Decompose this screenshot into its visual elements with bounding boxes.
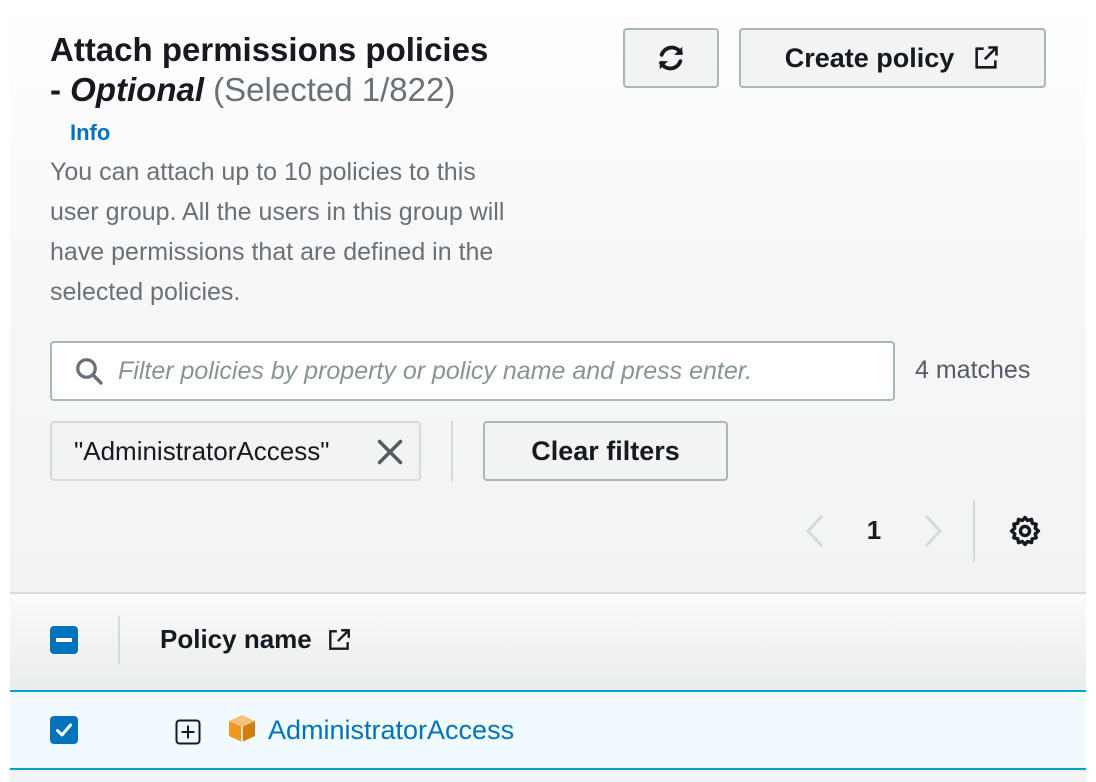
preferences-button[interactable] <box>1008 514 1042 548</box>
description-text: You can attach up to 10 policies to this… <box>50 158 505 306</box>
select-all-checkbox[interactable] <box>50 626 78 654</box>
remove-filter-button[interactable] <box>375 437 405 467</box>
filter-token-label: "AdministratorAccess" <box>74 435 330 466</box>
aws-managed-cube-icon <box>226 712 258 744</box>
indeterminate-icon <box>56 638 72 642</box>
table-row[interactable] <box>10 690 1086 770</box>
close-icon <box>377 439 403 465</box>
matches-count: 4 matches <box>915 356 1031 384</box>
filter-search-box[interactable] <box>50 341 895 401</box>
title-dash: - <box>50 71 71 108</box>
chevron-left-icon <box>805 514 824 548</box>
filter-token: "AdministratorAccess" <box>50 421 421 481</box>
title-text: Attach permissions policies <box>50 31 489 68</box>
page-title: Attach permissions policies - Optional (… <box>50 30 570 110</box>
search-icon <box>76 358 103 385</box>
filter-input[interactable] <box>118 356 878 386</box>
title-optional: Optional <box>70 71 204 108</box>
expand-row-button[interactable] <box>175 719 201 745</box>
previous-page-button[interactable] <box>800 512 830 550</box>
refresh-icon <box>659 45 683 71</box>
column-header-label: Policy name <box>160 624 312 654</box>
column-header-policy-name[interactable]: Policy name <box>160 624 352 655</box>
selected-count: (Selected 1/822) <box>213 71 456 108</box>
row-checkbox[interactable] <box>50 716 78 744</box>
info-link[interactable]: Info <box>70 120 110 146</box>
next-page-button[interactable] <box>918 512 948 550</box>
page-number[interactable]: 1 <box>862 515 886 546</box>
filter-divider <box>451 421 453 481</box>
gear-icon <box>1009 515 1041 547</box>
chevron-right-icon <box>924 514 943 548</box>
header-divider <box>118 616 120 664</box>
external-link-icon <box>975 46 999 69</box>
plus-box-icon <box>175 719 201 745</box>
external-link-icon <box>328 628 350 650</box>
create-policy-label: Create policy <box>784 42 955 73</box>
create-policy-button[interactable]: Create policy <box>739 28 1046 88</box>
clear-filters-button[interactable]: Clear filters <box>483 421 728 481</box>
policy-name-link[interactable]: AdministratorAccess <box>268 715 514 746</box>
pagination-divider <box>973 500 975 562</box>
checkmark-icon <box>56 723 72 737</box>
refresh-button[interactable] <box>623 28 719 88</box>
